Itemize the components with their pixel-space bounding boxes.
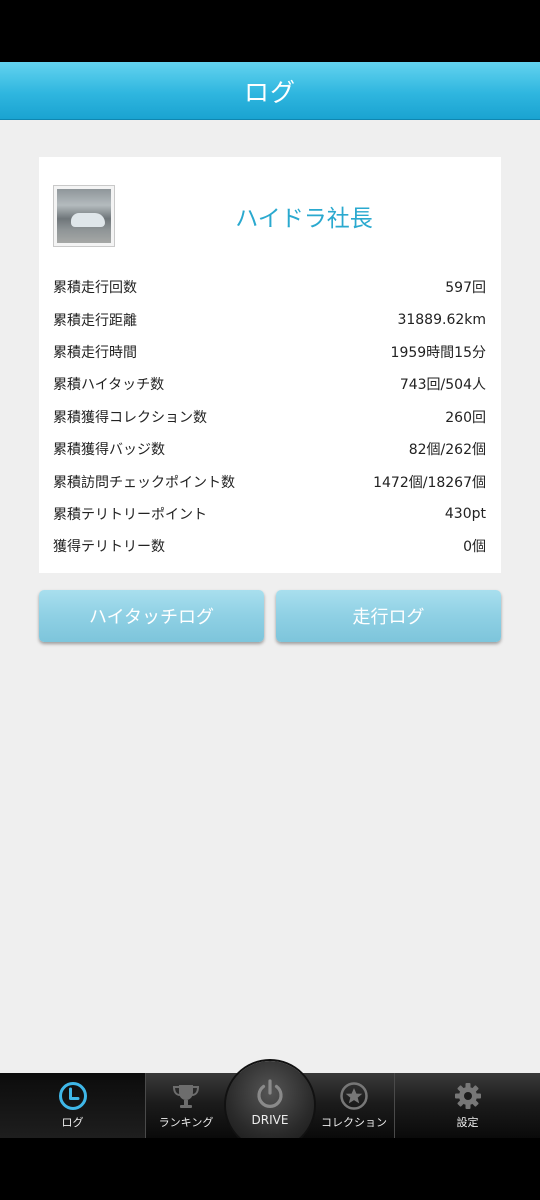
stat-label: 獲得テリトリー数	[53, 539, 165, 556]
stat-value: 1472個/18267個	[373, 474, 486, 491]
username: ハイドラ社長	[235, 206, 373, 232]
stat-label: 累積ハイタッチ数	[53, 377, 165, 394]
stat-label: 累積訪問チェックポイント数	[53, 474, 235, 491]
tab-settings-label: 設定	[456, 1116, 479, 1129]
tab-log-label: ログ	[61, 1116, 84, 1129]
stat-row: 累積走行回数 597回	[53, 271, 486, 303]
stat-value: 743回/504人	[399, 377, 486, 394]
stat-value: 31889.62km	[397, 311, 486, 328]
status-bar	[0, 0, 540, 62]
drive-label: DRIVE	[251, 1113, 289, 1127]
car-photo	[57, 189, 111, 243]
tab-settings[interactable]: 設定	[395, 1073, 540, 1138]
trophy-icon	[172, 1085, 200, 1108]
page-title: ログ	[243, 77, 296, 107]
stat-label: 累積獲得コレクション数	[53, 409, 207, 426]
clock-icon	[58, 1082, 87, 1110]
stat-row: 累積訪問チェックポイント数 1472個/18267個	[53, 465, 486, 497]
stat-value: 82個/262個	[408, 442, 486, 459]
stat-row: 累積獲得コレクション数 260回	[53, 401, 486, 433]
stat-row: 累積走行距離 31889.62km	[53, 303, 486, 335]
stat-label: 累積走行距離	[53, 312, 137, 329]
stat-label: 累積走行回数	[53, 280, 137, 297]
power-icon	[257, 1079, 283, 1108]
stat-label: 累積獲得バッジ数	[53, 442, 165, 459]
stat-row: 累積ハイタッチ数 743回/504人	[53, 368, 486, 400]
stat-row: 累積獲得バッジ数 82個/262個	[53, 433, 486, 465]
stat-value: 597回	[445, 280, 486, 297]
stats-list: 累積走行回数 597回 累積走行距離 31889.62km 累積走行時間 195…	[53, 271, 486, 563]
stat-label: 累積テリトリーポイント	[53, 506, 207, 523]
system-nav-bar	[0, 1138, 540, 1200]
stat-value: 0個	[463, 539, 486, 556]
tab-collection[interactable]: コレクション	[314, 1073, 394, 1138]
tab-ranking-label: ランキング	[158, 1116, 214, 1129]
avatar[interactable]	[53, 185, 115, 247]
tab-log[interactable]: ログ	[0, 1073, 145, 1138]
tab-ranking[interactable]: ランキング	[146, 1073, 226, 1138]
stat-value: 430pt	[444, 505, 486, 522]
star-icon	[340, 1082, 368, 1110]
drive-log-button[interactable]: 走行ログ	[276, 590, 501, 642]
car-shape	[71, 213, 105, 227]
profile-card: ハイドラ社長 累積走行回数 597回 累積走行距離 31889.62km 累積走…	[39, 157, 501, 573]
stat-value: 260回	[445, 409, 486, 426]
stat-label: 累積走行時間	[53, 344, 137, 361]
hightouch-log-button[interactable]: ハイタッチログ	[39, 590, 264, 642]
stat-value: 1959時間15分	[390, 344, 486, 361]
tab-collection-label: コレクション	[321, 1116, 387, 1129]
stat-row: 累積テリトリーポイント 430pt	[53, 498, 486, 530]
gear-icon	[454, 1083, 481, 1109]
stat-row: 累積走行時間 1959時間15分	[53, 336, 486, 368]
app-header: ログ	[0, 62, 540, 120]
drive-button[interactable]: DRIVE	[226, 1061, 314, 1149]
stat-row: 獲得テリトリー数 0個	[53, 530, 486, 562]
